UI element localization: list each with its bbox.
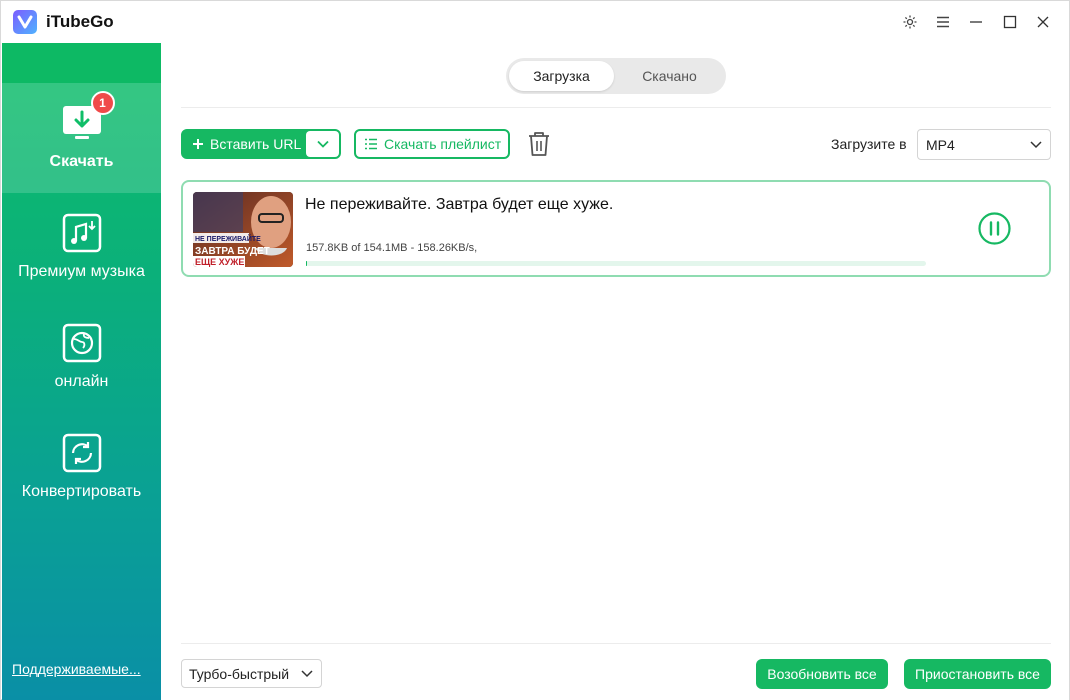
- paste-url-main[interactable]: Вставить URL: [182, 130, 306, 158]
- thumbnail-text-1: НЕ ПЕРЕЖИВАЙТЕ: [195, 234, 261, 243]
- chevron-down-icon: [1030, 141, 1042, 149]
- sidebar-item-convert[interactable]: Конвертировать: [2, 413, 161, 523]
- resume-all-button[interactable]: Возобновить все: [756, 659, 888, 689]
- app-logo-icon: [13, 10, 37, 34]
- sidebar-item-label: онлайн: [54, 373, 109, 390]
- supported-sites-link[interactable]: Поддерживаемые...: [12, 661, 141, 677]
- app-title: iTubeGo: [46, 12, 114, 31]
- divider: [181, 107, 1051, 108]
- sidebar-item-label: Премиум музыка: [18, 263, 145, 280]
- pause-icon[interactable]: [978, 212, 1011, 245]
- menu-icon[interactable]: [930, 9, 956, 35]
- paste-url-dropdown[interactable]: [306, 131, 339, 157]
- divider: [181, 643, 1051, 644]
- globe-icon: [62, 323, 102, 363]
- thumbnail-text-2: ЗАВТРА БУДЕТ: [195, 246, 270, 257]
- download-status: 157.8KB of 154.1MB - 158.26KB/s,: [306, 242, 478, 254]
- gear-icon[interactable]: [897, 9, 923, 35]
- tab-switcher: Загрузка Скачано: [506, 58, 726, 94]
- sidebar-item-premium-music[interactable]: Премиум музыка: [2, 193, 161, 303]
- chevron-down-icon: [316, 140, 329, 148]
- speed-mode-select[interactable]: Турбо-быстрый: [181, 659, 322, 688]
- music-icon: [62, 213, 102, 253]
- chevron-down-icon: [301, 670, 313, 678]
- sidebar-item-download[interactable]: 1 Скачать: [2, 83, 161, 193]
- sidebar: 1 Скачать Премиум музыка онлайн Конверти…: [2, 43, 161, 700]
- playlist-label: Скачать плейлист: [384, 136, 502, 152]
- sidebar-item-label: Скачать: [49, 153, 114, 170]
- format-select[interactable]: MP4: [917, 129, 1051, 160]
- tab-downloading[interactable]: Загрузка: [509, 61, 614, 91]
- tab-downloaded[interactable]: Скачано: [616, 61, 723, 91]
- close-icon[interactable]: [1030, 9, 1056, 35]
- download-count-badge: 1: [90, 91, 115, 115]
- maximize-icon[interactable]: [997, 9, 1023, 35]
- speed-mode-value: Турбо-быстрый: [189, 665, 290, 682]
- title-bar: iTubeGo: [1, 1, 1069, 43]
- playlist-icon: [365, 138, 377, 150]
- save-format-label: Загрузите в: [831, 136, 907, 152]
- video-thumbnail: НЕ ПЕРЕЖИВАЙТЕ ЗАВТРА БУДЕТ ЕЩЕ ХУЖЕ: [193, 192, 293, 267]
- plus-icon: [193, 139, 203, 149]
- sidebar-header: [2, 43, 161, 83]
- download-item-card[interactable]: НЕ ПЕРЕЖИВАЙТЕ ЗАВТРА БУДЕТ ЕЩЕ ХУЖЕ Не …: [181, 180, 1051, 277]
- thumbnail-text-3: ЕЩЕ ХУЖЕ: [195, 257, 244, 267]
- sidebar-item-online[interactable]: онлайн: [2, 303, 161, 413]
- convert-icon: [62, 433, 102, 473]
- minimize-icon[interactable]: [963, 9, 989, 35]
- sidebar-item-label: Конвертировать: [21, 483, 142, 500]
- pause-all-button[interactable]: Приостановить все: [904, 659, 1051, 689]
- download-progress-bar: [306, 261, 926, 266]
- video-title: Не переживайте. Завтра будет еще хуже.: [305, 196, 614, 213]
- download-playlist-button[interactable]: Скачать плейлист: [354, 129, 510, 159]
- download-progress-fill: [306, 261, 307, 266]
- main-panel: Загрузка Скачано Вставить URL Скачать пл…: [161, 43, 1069, 700]
- download-icon: 1: [62, 91, 115, 143]
- app-window: iTubeGo 1 Скачать Премиум музыка онлайн …: [0, 0, 1070, 700]
- paste-url-button[interactable]: Вставить URL: [181, 129, 341, 159]
- trash-icon[interactable]: [527, 131, 551, 157]
- paste-url-label: Вставить URL: [210, 136, 302, 152]
- format-value: MP4: [926, 136, 955, 153]
